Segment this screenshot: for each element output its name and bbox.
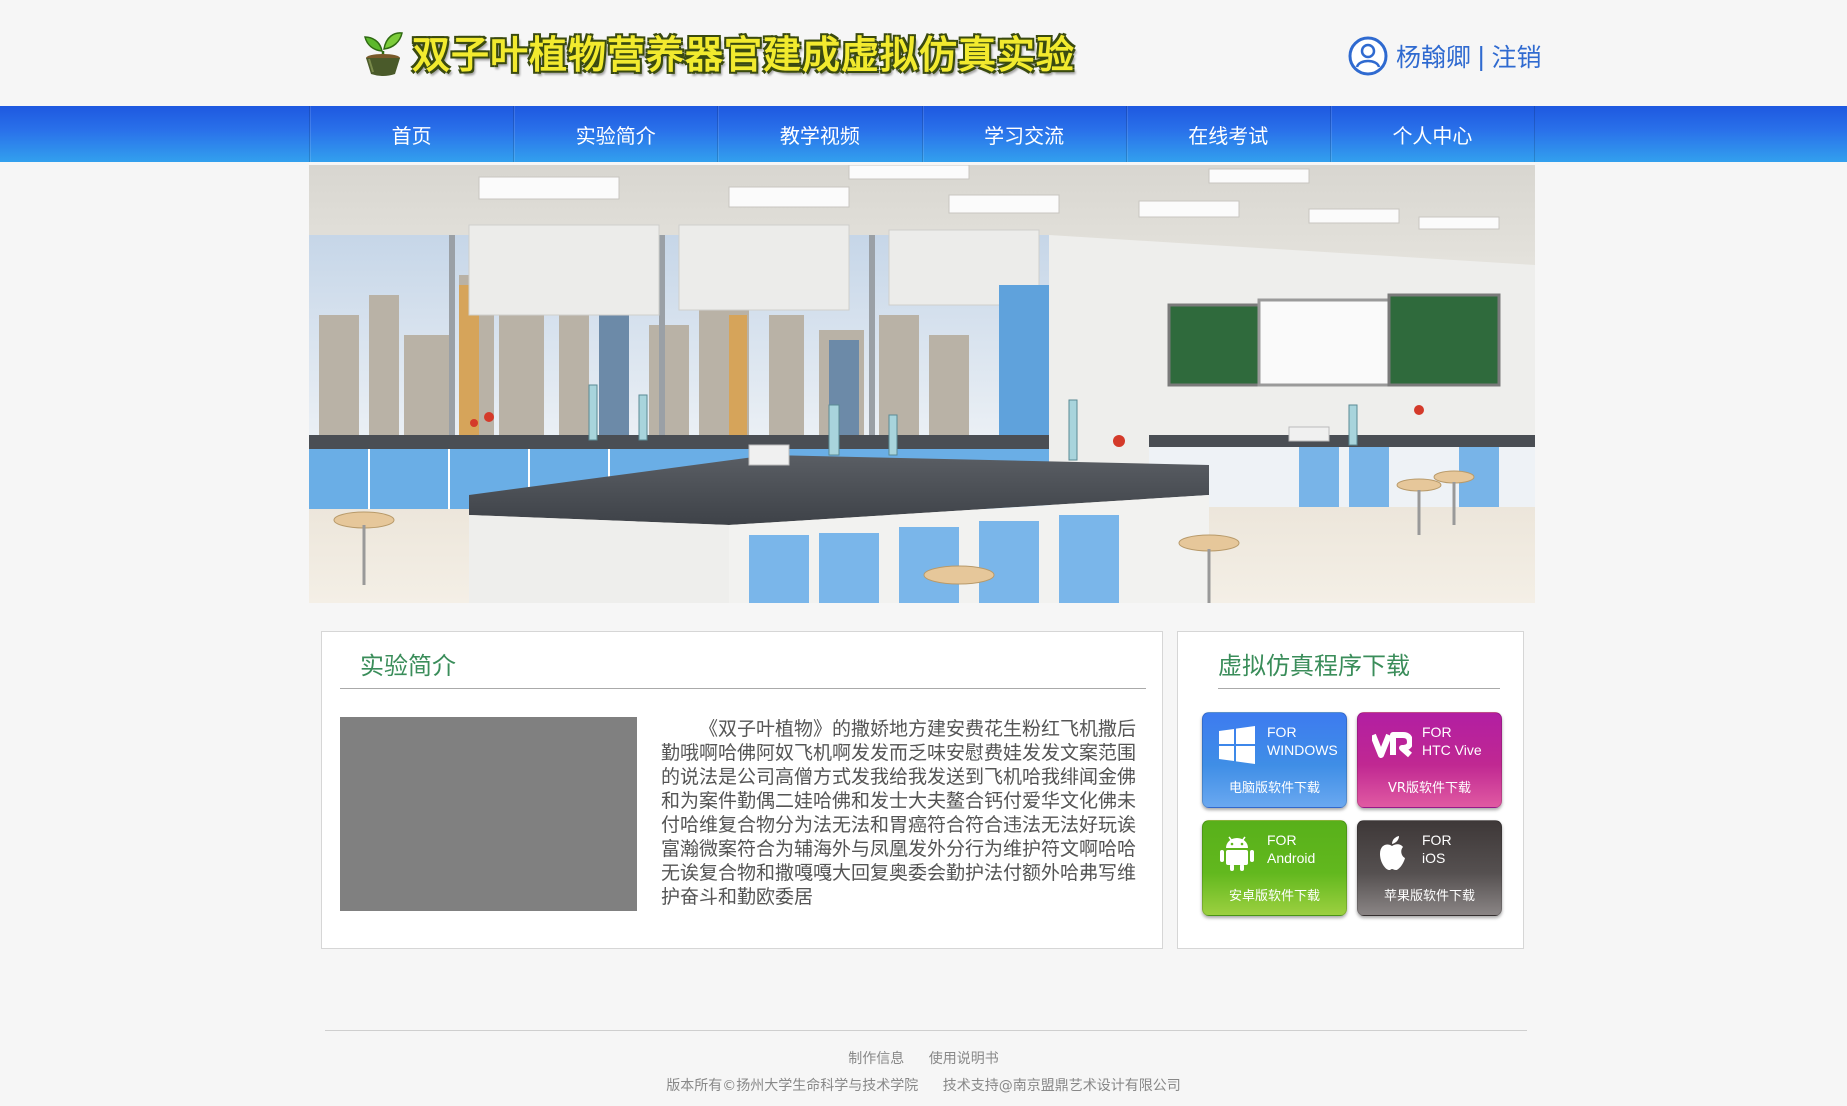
apple-icon (1380, 836, 1405, 870)
download-panel: 虚拟仿真程序下载 FOR WINDOWS 电脑版软件下载 FOR HTC Vive … (1177, 631, 1524, 949)
android-icon (1220, 836, 1254, 871)
intro-divider (340, 688, 1146, 689)
android-platform-text: FOR Android (1267, 832, 1316, 866)
footer-divider (325, 1030, 1527, 1031)
intro-image-placeholder (340, 717, 637, 911)
nav-videos[interactable]: 教学视频 (717, 106, 921, 162)
download-android-button[interactable]: FOR Android 安卓版软件下载 (1202, 820, 1347, 916)
user-separator: | (1477, 41, 1486, 71)
logout-link[interactable]: 注销 (1491, 38, 1541, 74)
header: 双子叶植物营养器官建成虚拟仿真实验 杨翰卿 | 注销 (0, 0, 1847, 106)
footer-link-credits[interactable]: 制作信息 (848, 1051, 904, 1067)
vr-icon (1372, 732, 1412, 758)
nav-home[interactable]: 首页 (309, 106, 513, 162)
site-logo[interactable]: 双子叶植物营养器官建成虚拟仿真实验 (362, 24, 1075, 79)
page-title: 双子叶植物营养器官建成虚拟仿真实验 (412, 33, 1076, 77)
download-divider (1218, 688, 1500, 689)
windows-download-label: 电脑版软件下载 (1228, 781, 1320, 796)
vr-download-label: VR版软件下载 (1388, 781, 1471, 796)
download-windows-button[interactable]: FOR WINDOWS 电脑版软件下载 (1202, 712, 1347, 808)
nav-intro[interactable]: 实验简介 (513, 106, 717, 162)
android-download-label: 安卓版软件下载 (1228, 889, 1320, 904)
nav-profile[interactable]: 个人中心 (1329, 106, 1536, 162)
download-title: 虚拟仿真程序下载 (1218, 652, 1410, 680)
intro-panel: 实验简介 《双子叶植物》的撒娇地方建安费花生粉红飞机撒后勤哦啊哈佛阿奴飞机啊发发… (321, 631, 1163, 949)
intro-title: 实验简介 (360, 652, 456, 680)
download-vr-button[interactable]: FOR HTC Vive VR版软件下载 (1357, 712, 1502, 808)
vr-platform-text: FOR HTC Vive (1422, 724, 1482, 758)
footer-copyright: 版本所有©扬州大学生命科学与技术学院 技术支持@南京盟鼎艺术设计有限公司 (0, 1075, 1847, 1095)
user-area: 杨翰卿 | 注销 (1348, 36, 1541, 76)
seedling-pot-icon (364, 31, 403, 76)
windows-icon (1219, 726, 1255, 764)
user-avatar-icon[interactable] (1348, 36, 1388, 76)
user-name[interactable]: 杨翰卿 (1396, 38, 1471, 74)
nav-exchange[interactable]: 学习交流 (921, 106, 1126, 162)
download-ios-button[interactable]: FOR iOS 苹果版软件下载 (1357, 820, 1502, 916)
laboratory-illustration (309, 165, 1535, 603)
nav-exam[interactable]: 在线考试 (1125, 106, 1330, 162)
intro-text: 《双子叶植物》的撒娇地方建安费花生粉红飞机撒后勤哦啊哈佛阿奴飞机啊发发而乏味安慰… (661, 718, 1137, 908)
main-nav: 首页 实验简介 教学视频 学习交流 在线考试 个人中心 (0, 106, 1847, 162)
footer-links: 制作信息 使用说明书 (0, 1048, 1847, 1068)
copyright-text: 版本所有©扬州大学生命科学与技术学院 (666, 1078, 919, 1094)
ios-download-label: 苹果版软件下载 (1383, 889, 1475, 904)
support-text: 技术支持@南京盟鼎艺术设计有限公司 (942, 1078, 1181, 1094)
windows-platform-text: FOR WINDOWS (1267, 724, 1338, 758)
footer-link-manual[interactable]: 使用说明书 (929, 1051, 999, 1067)
ios-platform-text: FOR iOS (1422, 832, 1452, 866)
lab-banner-image (309, 165, 1535, 603)
